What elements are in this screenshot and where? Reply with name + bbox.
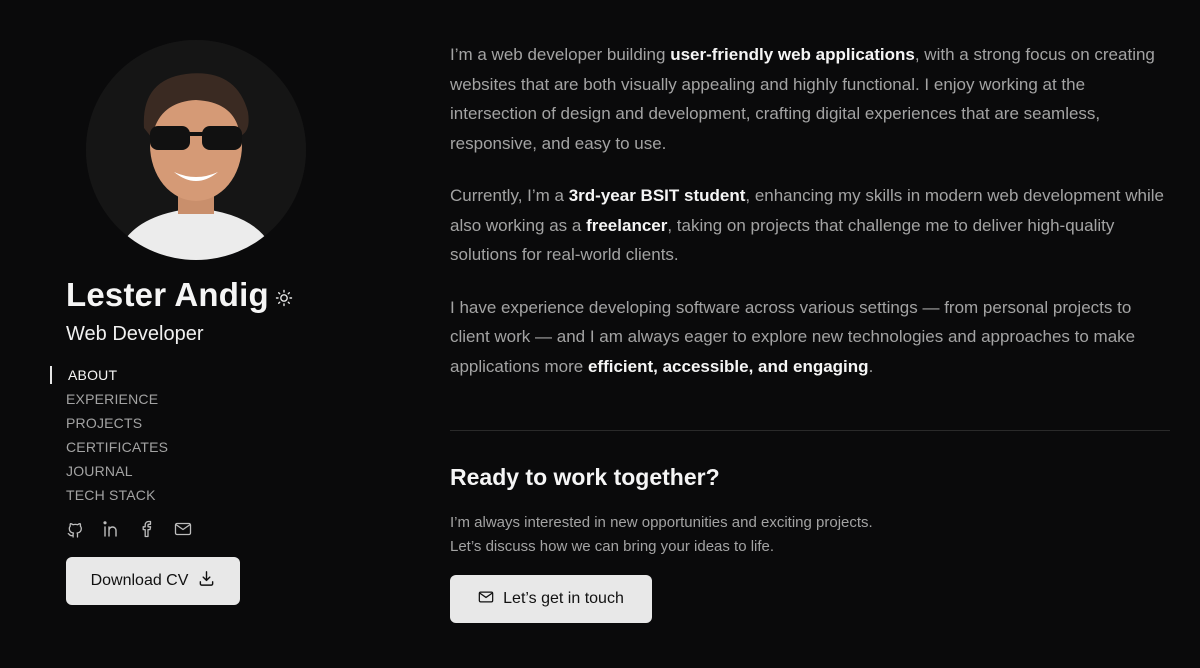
- nav-item-about[interactable]: ABOUT: [49, 366, 168, 390]
- mail-icon[interactable]: [174, 520, 192, 538]
- paragraph-text: I’m a web developer building: [450, 45, 671, 64]
- about-paragraph-2: Currently, I’m a 3rd-year BSIT student, …: [450, 181, 1170, 270]
- about-section: I’m a web developer building user-friend…: [450, 40, 1170, 404]
- download-icon: [198, 570, 215, 592]
- mail-icon: [478, 589, 494, 610]
- download-cv-label: Download CV: [90, 572, 189, 589]
- about-paragraph-3: I have experience developing software ac…: [450, 293, 1170, 382]
- avatar: [86, 40, 306, 260]
- github-icon[interactable]: [66, 520, 84, 538]
- nav-item-certificates[interactable]: CERTIFICATES: [66, 438, 168, 462]
- nav-item-tech-stack[interactable]: TECH STACK: [66, 486, 168, 510]
- highlight-text: freelancer: [586, 215, 668, 235]
- profile-name: Lester Andig: [66, 276, 269, 313]
- nav-item-projects[interactable]: PROJECTS: [66, 414, 168, 438]
- get-in-touch-button[interactable]: Let’s get in touch: [450, 575, 652, 623]
- cta-title: Ready to work together?: [450, 464, 720, 490]
- name-row: Lester Andig: [66, 276, 293, 314]
- profile-photo: [86, 40, 306, 260]
- section-nav: ABOUT EXPERIENCE PROJECTS CERTIFICATES J…: [49, 366, 168, 510]
- nav-item-journal[interactable]: JOURNAL: [66, 462, 168, 486]
- paragraph-text: .: [868, 356, 874, 376]
- highlight-text: efficient, accessible, and engaging: [587, 356, 869, 376]
- paragraph-text: Currently, I’m a: [450, 186, 569, 205]
- cta-text: I’m always interested in new opportuniti…: [450, 514, 873, 555]
- sun-icon[interactable]: [275, 289, 293, 307]
- get-in-touch-label: Let’s get in touch: [503, 590, 624, 607]
- nav-item-experience[interactable]: EXPERIENCE: [66, 390, 168, 414]
- download-cv-button[interactable]: Download CV: [66, 557, 240, 605]
- highlight-text: user-friendly web applications: [670, 45, 915, 64]
- highlight-text: 3rd-year BSIT student: [568, 186, 746, 205]
- section-divider: [450, 430, 1170, 431]
- profile-role: Web Developer: [66, 323, 204, 345]
- portfolio-page: Lester Andig Web Developer ABOUT EXPERIE…: [0, 0, 1200, 668]
- linkedin-icon[interactable]: [102, 520, 120, 538]
- social-links: [66, 520, 192, 538]
- facebook-icon[interactable]: [138, 520, 156, 538]
- about-paragraph-1: I’m a web developer building user-friend…: [450, 40, 1170, 158]
